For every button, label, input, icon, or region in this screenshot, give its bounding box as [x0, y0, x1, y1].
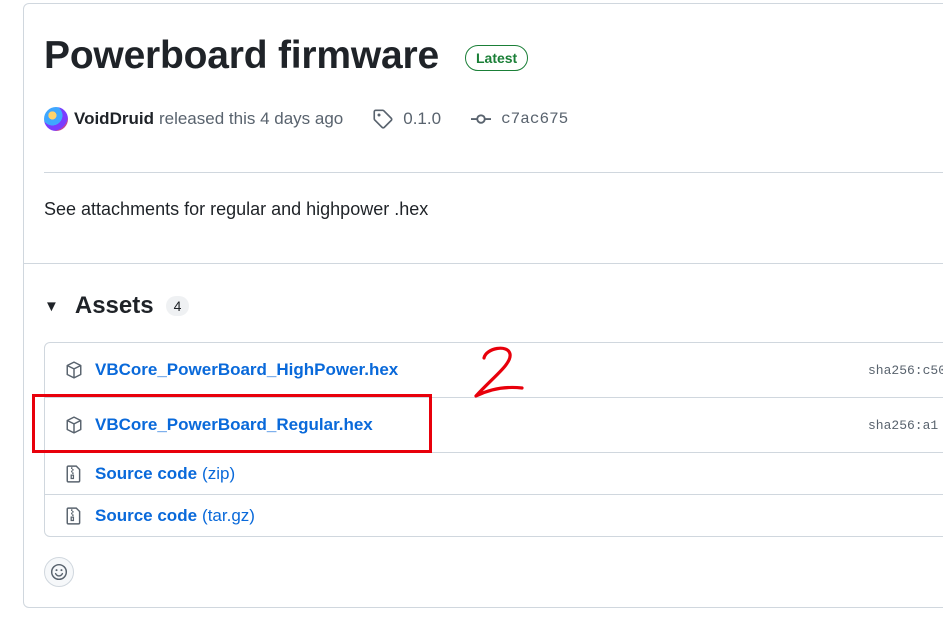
- add-reaction-button[interactable]: [44, 557, 74, 587]
- release-header: Powerboard firmware Latest: [44, 34, 529, 78]
- asset-sha[interactable]: sha256:c50: [868, 363, 943, 378]
- assets-toggle[interactable]: ▼ Assets 4: [44, 292, 190, 320]
- release-description: See attachments for regular and highpowe…: [44, 199, 429, 219]
- author-link[interactable]: VoidDruid: [74, 109, 154, 129]
- smiley-icon: [50, 563, 68, 581]
- package-icon: [66, 361, 82, 379]
- release-meta: VoidDruid released this 4 days ago 0.1.0…: [44, 107, 568, 131]
- asset-link-highpower[interactable]: VBCore_PowerBoard_HighPower.hex: [95, 360, 398, 380]
- tag-icon: [373, 109, 393, 129]
- latest-badge: Latest: [464, 45, 529, 71]
- file-zip-icon: [66, 464, 81, 483]
- asset-ext[interactable]: (tar.gz): [202, 506, 255, 526]
- annotation-number-2: [474, 346, 524, 398]
- asset-row-source-zip: Source code (zip): [45, 452, 943, 494]
- annotation-number: [470, 340, 530, 405]
- git-commit-icon: [471, 114, 492, 124]
- commit-link[interactable]: c7ac675: [471, 109, 568, 129]
- divider: [44, 172, 943, 173]
- assets-heading: Assets: [74, 292, 154, 319]
- source-code-zip-link[interactable]: Source code: [95, 464, 197, 484]
- source-code-targz-link[interactable]: Source code: [95, 506, 197, 526]
- caret-down-icon: ▼: [44, 297, 59, 315]
- avatar[interactable]: [44, 107, 68, 131]
- assets-count-badge: 4: [165, 296, 190, 316]
- divider: [24, 263, 943, 264]
- annotation-highlight-box: [32, 394, 432, 453]
- release-card: Powerboard firmware Latest VoidDruid rel…: [23, 3, 943, 608]
- tag-link[interactable]: 0.1.0: [373, 109, 441, 129]
- asset-ext[interactable]: (zip): [202, 464, 235, 484]
- asset-sha[interactable]: sha256:a1: [868, 418, 938, 433]
- file-zip-icon: [66, 506, 81, 525]
- asset-row-source-targz: Source code (tar.gz): [45, 494, 943, 536]
- released-text: released this 4 days ago: [158, 109, 344, 128]
- release-title[interactable]: Powerboard firmware: [44, 34, 439, 78]
- tag-label: 0.1.0: [403, 109, 442, 128]
- commit-hash: c7ac675: [501, 110, 569, 128]
